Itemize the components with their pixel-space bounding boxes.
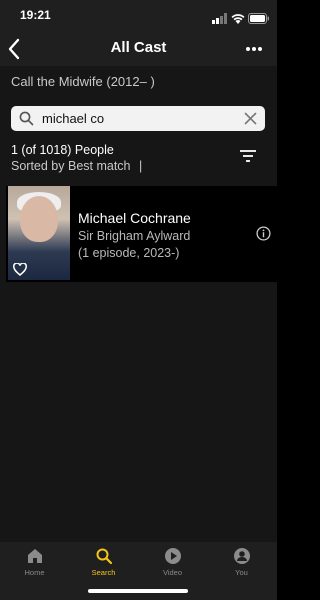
search-input[interactable]: [42, 109, 232, 128]
play-icon: [164, 548, 181, 564]
content-area: [0, 66, 277, 542]
tab-label: Home: [24, 568, 45, 577]
sort-text: Sorted by Best match: [11, 159, 131, 173]
episode-count: (1 episode, 2023-): [78, 246, 180, 260]
home-indicator: [88, 589, 188, 593]
tab-you[interactable]: You: [207, 546, 276, 586]
tab-label: Video: [162, 568, 183, 577]
user-icon: [233, 548, 250, 564]
page-title: All Cast: [110, 39, 167, 56]
filter-icon: [240, 150, 256, 162]
battery-icon: [248, 11, 270, 29]
tab-label: Search: [91, 568, 116, 577]
sort-label[interactable]: Sorted by Best match |: [11, 159, 142, 173]
search-icon: [96, 548, 112, 565]
info-icon[interactable]: [256, 226, 271, 246]
show-title: Call the Midwife (2012– ): [11, 74, 155, 89]
tab-search[interactable]: Search: [69, 546, 138, 586]
heart-icon[interactable]: [13, 262, 27, 280]
person-name: Michael Cochrane: [78, 210, 191, 226]
more-icon: [246, 47, 262, 51]
close-icon: [244, 112, 257, 125]
search-icon: [19, 111, 34, 131]
sort-separator: |: [139, 159, 143, 173]
status-bar: 19:21: [0, 0, 277, 32]
tab-label: You: [235, 568, 248, 577]
clear-search-button[interactable]: [244, 112, 257, 130]
search-box[interactable]: [11, 106, 265, 131]
home-icon: [27, 549, 42, 563]
person-photo: [8, 186, 70, 280]
more-options-button[interactable]: [239, 36, 269, 62]
tab-home[interactable]: Home: [0, 546, 69, 586]
wifi-icon: [231, 11, 245, 29]
list-item[interactable]: Michael Cochrane Sir Brigham Aylward (1 …: [6, 186, 277, 282]
signal-icon: [212, 11, 228, 29]
results-count: 1 (of 1018) People: [11, 143, 114, 157]
character-name: Sir Brigham Aylward: [78, 229, 191, 243]
status-time: 19:21: [20, 8, 51, 22]
header: All Cast: [0, 32, 277, 66]
tab-video[interactable]: Video: [138, 546, 207, 586]
filter-button[interactable]: [239, 149, 257, 163]
